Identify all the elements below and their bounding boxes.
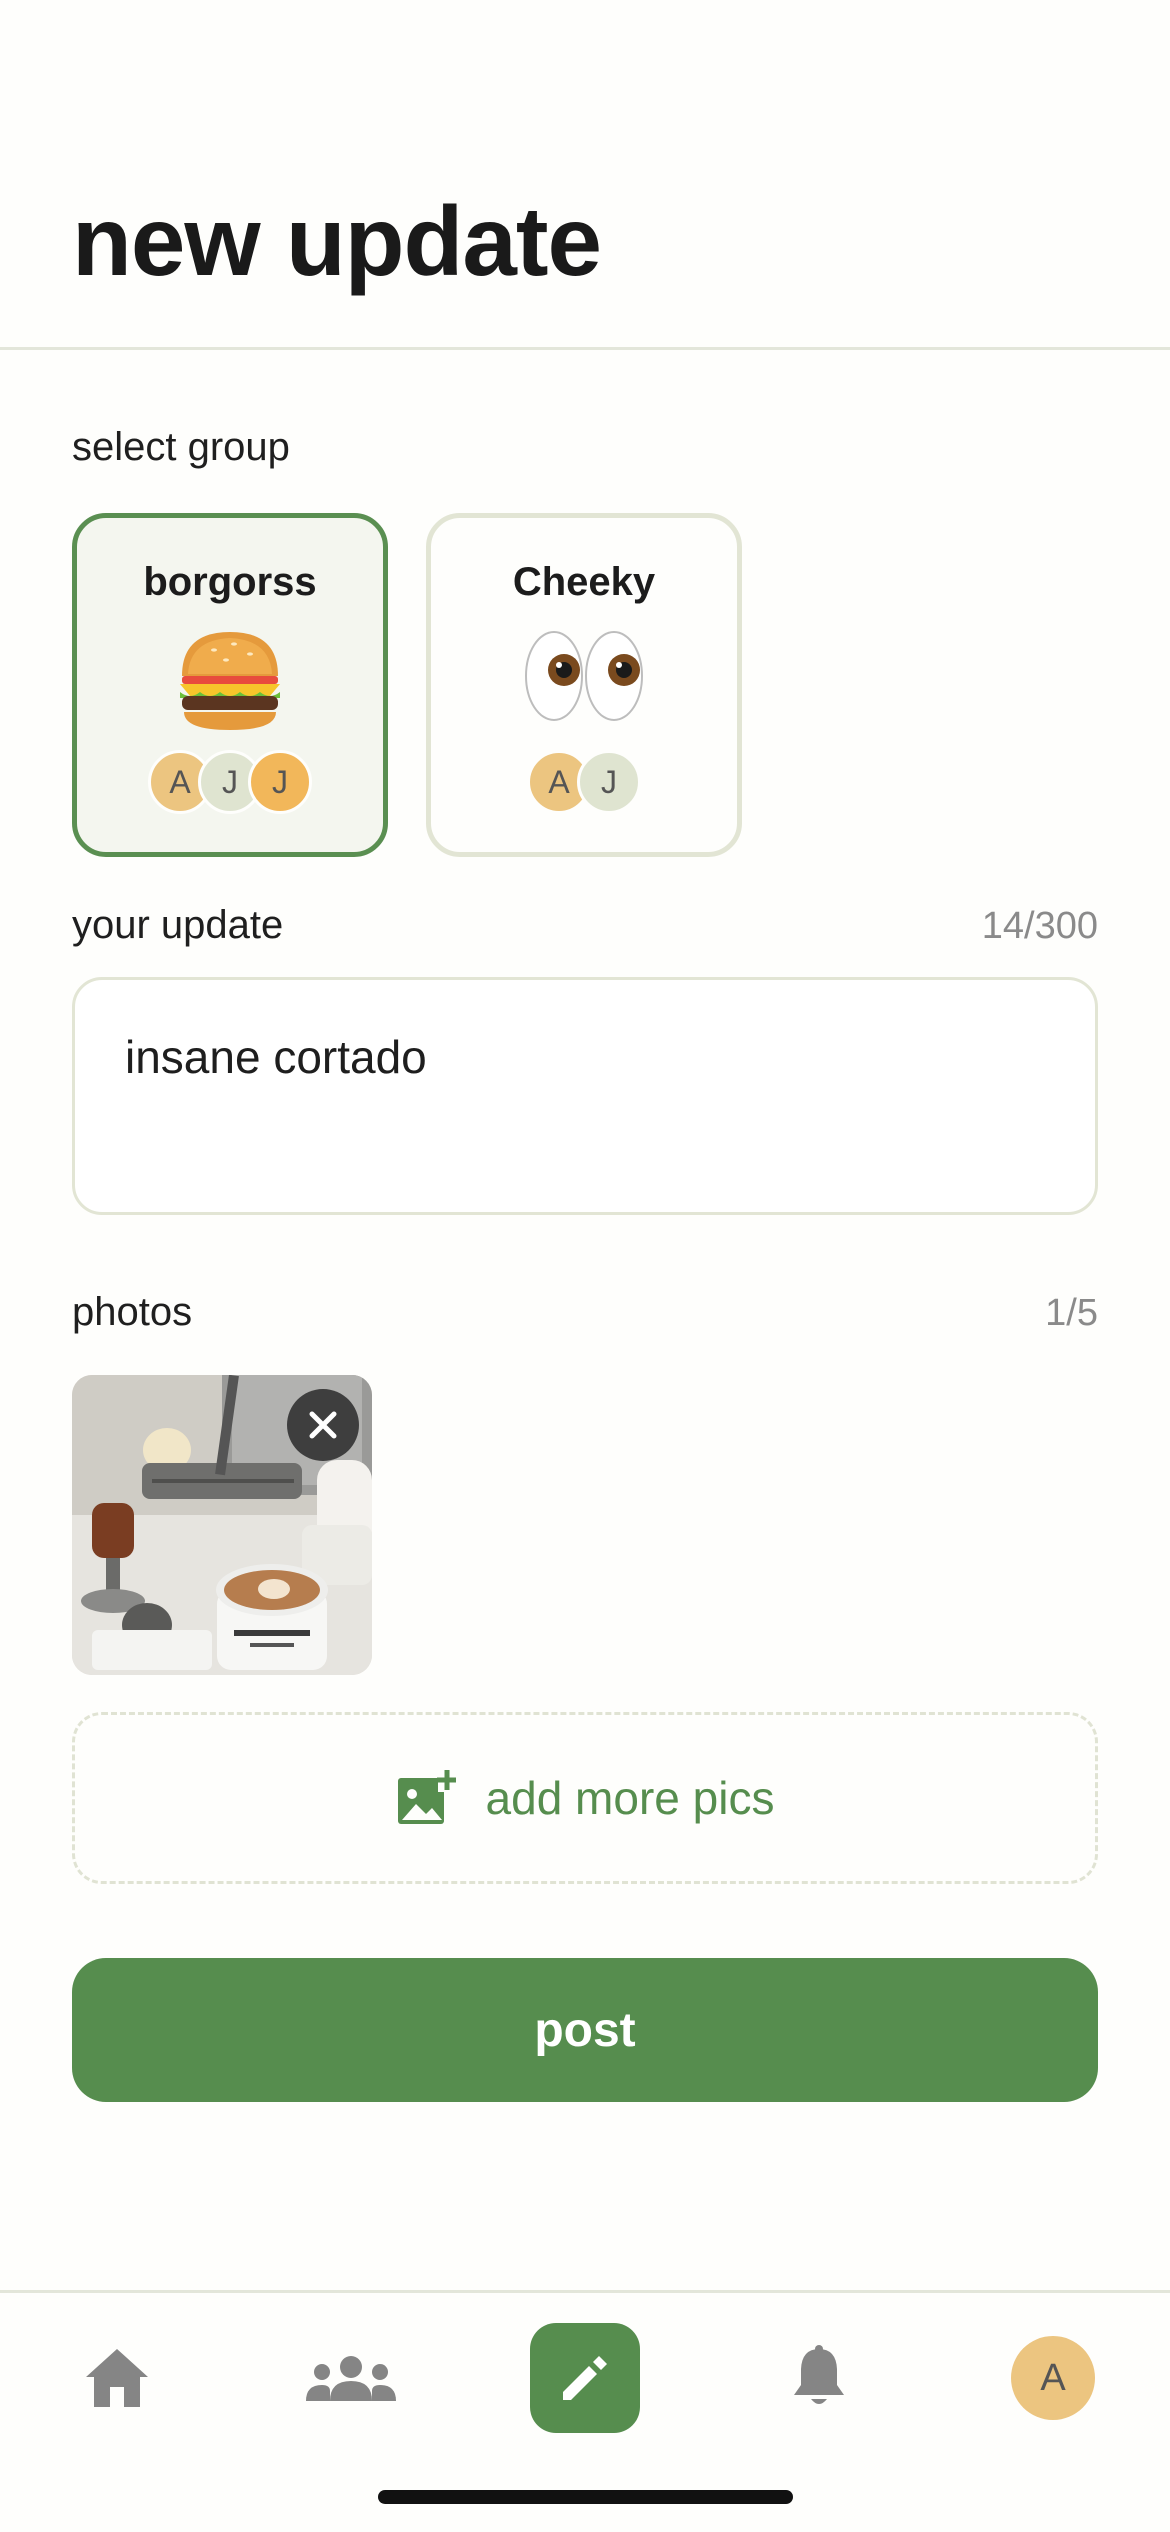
add-more-pics-button[interactable]: add more pics — [72, 1712, 1098, 1884]
tab-home[interactable] — [62, 2323, 172, 2433]
member-avatar: J — [248, 750, 312, 814]
group-card-cheeky[interactable]: Cheeky A J — [426, 513, 742, 857]
page-title: new update — [72, 186, 602, 296]
tab-profile[interactable]: A — [998, 2323, 1108, 2433]
add-photo-icon — [397, 1768, 456, 1824]
update-text-value: insane cortado — [125, 1031, 427, 1083]
group-members: A J J — [77, 750, 383, 814]
member-avatar: J — [577, 750, 641, 814]
home-indicator — [378, 2490, 793, 2504]
groups-icon — [306, 2356, 396, 2401]
tab-notifications[interactable] — [764, 2323, 874, 2433]
burger-icon — [77, 626, 383, 738]
tab-compose[interactable] — [530, 2323, 640, 2433]
group-name: Cheeky — [512, 560, 656, 604]
header: new update — [0, 0, 1170, 350]
eyes-icon — [431, 626, 737, 726]
bell-icon — [794, 2345, 844, 2404]
group-members: A J — [431, 750, 737, 814]
photos-counter: 1/5 — [1045, 1292, 1098, 1334]
pencil-icon — [563, 2356, 607, 2400]
add-more-pics-label: add more pics — [485, 1772, 775, 1824]
group-name: borgorss — [143, 560, 317, 604]
post-button-label: post — [534, 2003, 636, 2057]
post-button[interactable]: post — [72, 1958, 1098, 2102]
home-icon — [86, 2349, 148, 2407]
profile-avatar: A — [1011, 2336, 1095, 2420]
tab-groups[interactable] — [296, 2323, 406, 2433]
close-icon — [309, 1411, 337, 1439]
remove-photo-button[interactable] — [287, 1389, 359, 1461]
select-group-label: select group — [72, 425, 290, 469]
photos-label: photos — [72, 1290, 193, 1334]
group-card-borgorss[interactable]: borgorss A J J — [72, 513, 388, 857]
update-text-field[interactable]: insane cortado — [72, 977, 1098, 1215]
your-update-label: your update — [72, 903, 284, 947]
update-char-counter: 14/300 — [981, 905, 1098, 947]
